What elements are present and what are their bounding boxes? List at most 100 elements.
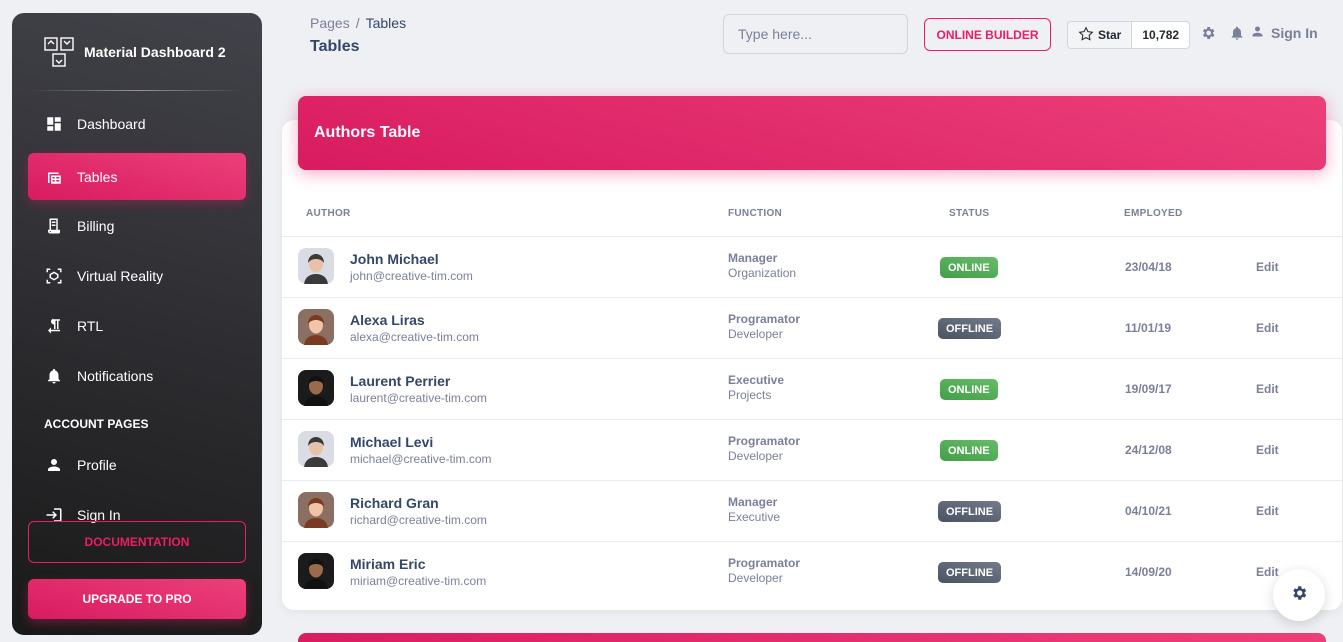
function-title: Programator <box>728 556 801 570</box>
breadcrumb-current: Tables <box>365 15 407 31</box>
author-name: Richard Gran <box>350 495 439 511</box>
sidebar-item-profile[interactable]: Profile <box>28 441 246 488</box>
avatar <box>298 553 334 589</box>
avatar <box>298 248 334 284</box>
employed-date: 11/01/19 <box>1125 321 1172 335</box>
function-department: Organization <box>728 266 797 280</box>
online-builder-button[interactable]: ONLINE BUILDER <box>924 18 1051 51</box>
search-input[interactable] <box>723 14 908 54</box>
status-badge: OFFLINE <box>938 501 1002 522</box>
column-header-status: STATUS <box>949 208 990 219</box>
sidebar-item-label: Dashboard <box>77 115 146 132</box>
gear-icon[interactable] <box>1200 25 1216 41</box>
sidebar-item-notifications[interactable]: Notifications <box>28 352 246 399</box>
projects-table-header <box>298 633 1326 642</box>
receipt-icon <box>45 217 63 235</box>
function-department: Executive <box>728 510 781 524</box>
function-title: Programator <box>728 312 801 326</box>
sign-in-label: Sign In <box>1271 25 1318 41</box>
authors-table-header: Authors Table <box>298 96 1326 170</box>
status-badge: OFFLINE <box>938 318 1002 339</box>
sidebar: Material Dashboard 2 Dashboard Tables Bi… <box>12 13 262 635</box>
edit-link[interactable]: Edit <box>1256 565 1279 579</box>
dashboard-icon <box>45 115 63 133</box>
avatar <box>298 431 334 467</box>
sidebar-item-label: Profile <box>77 456 117 473</box>
column-header-employed: EMPLOYED <box>1124 208 1183 219</box>
function-title: Programator <box>728 434 801 448</box>
breadcrumb-pages[interactable]: Pages <box>310 15 350 31</box>
column-header-author: AUTHOR <box>306 208 351 219</box>
column-header-function: FUNCTION <box>728 208 783 219</box>
person-icon <box>45 456 63 474</box>
author-email: richard@creative-tim.com <box>350 513 487 527</box>
function-title: Manager <box>728 495 778 509</box>
dashboard-logo-icon <box>44 37 74 67</box>
edit-link[interactable]: Edit <box>1256 504 1279 518</box>
brand[interactable]: Material Dashboard 2 <box>44 37 226 67</box>
function-title: Manager <box>728 251 778 265</box>
table-icon <box>45 168 63 186</box>
author-name: John Michael <box>350 251 439 267</box>
table-row: Laurent Perrier laurent@creative-tim.com E… <box>282 358 1342 419</box>
bell-icon <box>45 367 63 385</box>
sidebar-item-tables[interactable]: Tables <box>28 153 246 200</box>
format-textdirection-icon <box>45 317 63 335</box>
edit-link[interactable]: Edit <box>1256 260 1279 274</box>
table-row: Michael Levi michael@creative-tim.com Prog… <box>282 419 1342 480</box>
table-row: Miriam Eric miriam@creative-tim.com Progra… <box>282 541 1342 602</box>
employed-date: 04/10/21 <box>1125 504 1172 518</box>
upgrade-to-pro-button[interactable]: UPGRADE TO PRO <box>28 579 246 619</box>
function-title: Executive <box>728 373 785 387</box>
github-star-button[interactable]: Star <box>1067 21 1133 49</box>
brand-divider <box>28 90 246 91</box>
author-name: Miriam Eric <box>350 556 426 572</box>
github-star-count[interactable]: 10,782 <box>1132 21 1191 49</box>
employed-date: 23/04/18 <box>1125 260 1172 274</box>
sidebar-item-label: RTL <box>77 317 104 334</box>
authors-table-title: Authors Table <box>314 124 421 141</box>
gear-icon <box>1290 584 1308 607</box>
author-name: Laurent Perrier <box>350 373 451 389</box>
edit-link[interactable]: Edit <box>1256 321 1279 335</box>
author-name: Alexa Liras <box>350 312 425 328</box>
sidebar-item-label: Notifications <box>77 367 154 384</box>
edit-link[interactable]: Edit <box>1256 443 1279 457</box>
status-badge: ONLINE <box>940 257 998 278</box>
bell-icon[interactable] <box>1229 25 1245 41</box>
author-email: michael@creative-tim.com <box>350 452 492 466</box>
status-badge: ONLINE <box>940 379 998 400</box>
brand-name: Material Dashboard 2 <box>84 44 226 60</box>
view-in-ar-icon <box>45 267 63 285</box>
employed-date: 19/09/17 <box>1125 382 1172 396</box>
avatar <box>298 492 334 528</box>
function-department: Developer <box>728 327 783 341</box>
star-icon <box>1078 25 1094 45</box>
page-title: Tables <box>310 38 360 55</box>
sidebar-item-rtl[interactable]: RTL <box>28 302 246 349</box>
sidebar-item-label: Virtual Reality <box>77 267 164 284</box>
function-department: Developer <box>728 571 783 585</box>
table-row: Richard Gran richard@creative-tim.com Mana… <box>282 480 1342 541</box>
sidebar-item-virtual-reality[interactable]: Virtual Reality <box>28 252 246 299</box>
edit-link[interactable]: Edit <box>1256 382 1279 396</box>
sidebar-item-billing[interactable]: Billing <box>28 202 246 249</box>
status-badge: OFFLINE <box>938 562 1002 583</box>
avatar <box>298 309 334 345</box>
author-name: Michael Levi <box>350 434 434 450</box>
account-pages-heading: ACCOUNT PAGES <box>44 417 149 431</box>
configurator-button[interactable] <box>1273 569 1325 621</box>
function-department: Developer <box>728 449 783 463</box>
sidebar-item-dashboard[interactable]: Dashboard <box>28 100 246 147</box>
breadcrumb-separator: / <box>355 15 360 31</box>
documentation-button[interactable]: DOCUMENTATION <box>28 521 246 563</box>
author-email: john@creative-tim.com <box>350 269 473 283</box>
employed-date: 14/09/20 <box>1125 565 1172 579</box>
avatar <box>298 370 334 406</box>
sidebar-item-label: Billing <box>77 217 115 234</box>
sign-in-link[interactable]: Sign In <box>1250 24 1318 42</box>
author-email: laurent@creative-tim.com <box>350 391 487 405</box>
status-badge: ONLINE <box>940 440 998 461</box>
table-row: Alexa Liras alexa@creative-tim.com Program… <box>282 297 1342 358</box>
person-icon <box>1250 24 1265 42</box>
